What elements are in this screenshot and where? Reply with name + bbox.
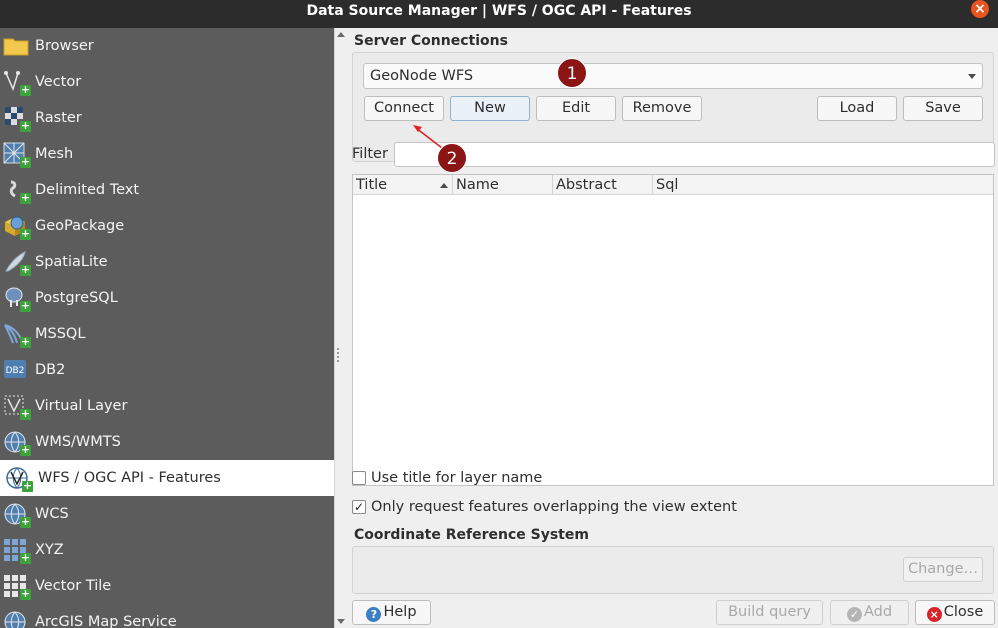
annotation-marker-2: 2 bbox=[437, 143, 467, 173]
annotation-arrow-line bbox=[415, 127, 443, 149]
annotation-marker-1: 1 bbox=[557, 58, 587, 88]
annotation-overlay bbox=[413, 125, 443, 149]
